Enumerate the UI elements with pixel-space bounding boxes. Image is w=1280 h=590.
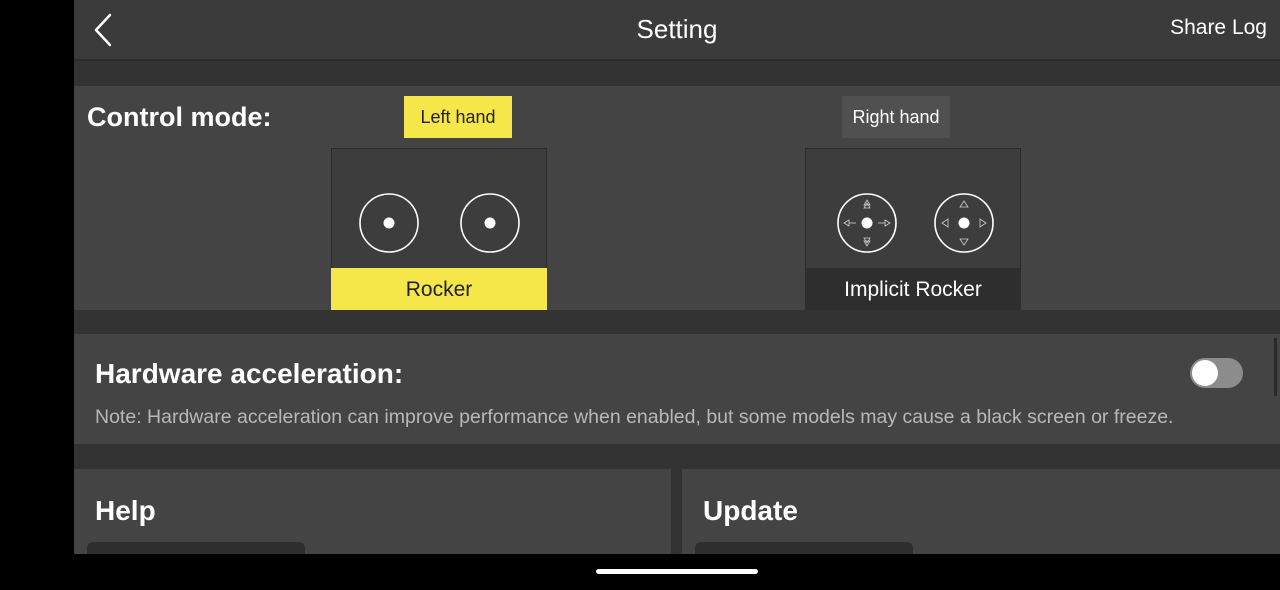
help-title: Help [95,495,156,526]
update-button[interactable] [695,542,913,554]
implicit-rocker-mode-card[interactable]: Implicit Rocker [805,148,1021,310]
hardware-acceleration-toggle[interactable] [1190,358,1243,388]
implicit-rocker-mode-label: Implicit Rocker [805,268,1021,310]
hardware-acceleration-panel: Hardware acceleration: Note: Hardware ac… [74,334,1280,444]
rocker-mode-card[interactable]: Rocker [331,148,547,310]
rocker-mode-label: Rocker [331,268,547,310]
help-panel: Help [74,469,671,554]
joystick-icon [359,193,419,253]
toggle-knob [1192,360,1218,386]
left-hand-button[interactable]: Left hand [404,96,512,138]
share-log-button[interactable]: Share Log [1170,16,1267,40]
hardware-acceleration-note: Note: Hardware acceleration can improve … [95,406,1174,428]
right-hand-button[interactable]: Right hand [842,96,950,138]
joystick-icon [460,193,520,253]
home-indicator[interactable] [596,569,758,574]
directional-joystick-icon [934,193,994,253]
update-panel: Update [682,469,1280,554]
directional-joystick-icon [837,193,897,253]
top-bar: Setting Share Log [74,0,1280,61]
control-mode-panel: Control mode: Left hand Right hand Rocke… [74,86,1280,310]
help-button[interactable] [87,542,305,554]
control-mode-label: Control mode: [87,102,272,132]
scrollbar[interactable] [1274,338,1277,396]
hardware-acceleration-title: Hardware acceleration: [95,358,404,389]
update-title: Update [703,495,798,526]
settings-screen: Setting Share Log Control mode: Left han… [74,0,1280,554]
page-title: Setting [636,14,718,44]
